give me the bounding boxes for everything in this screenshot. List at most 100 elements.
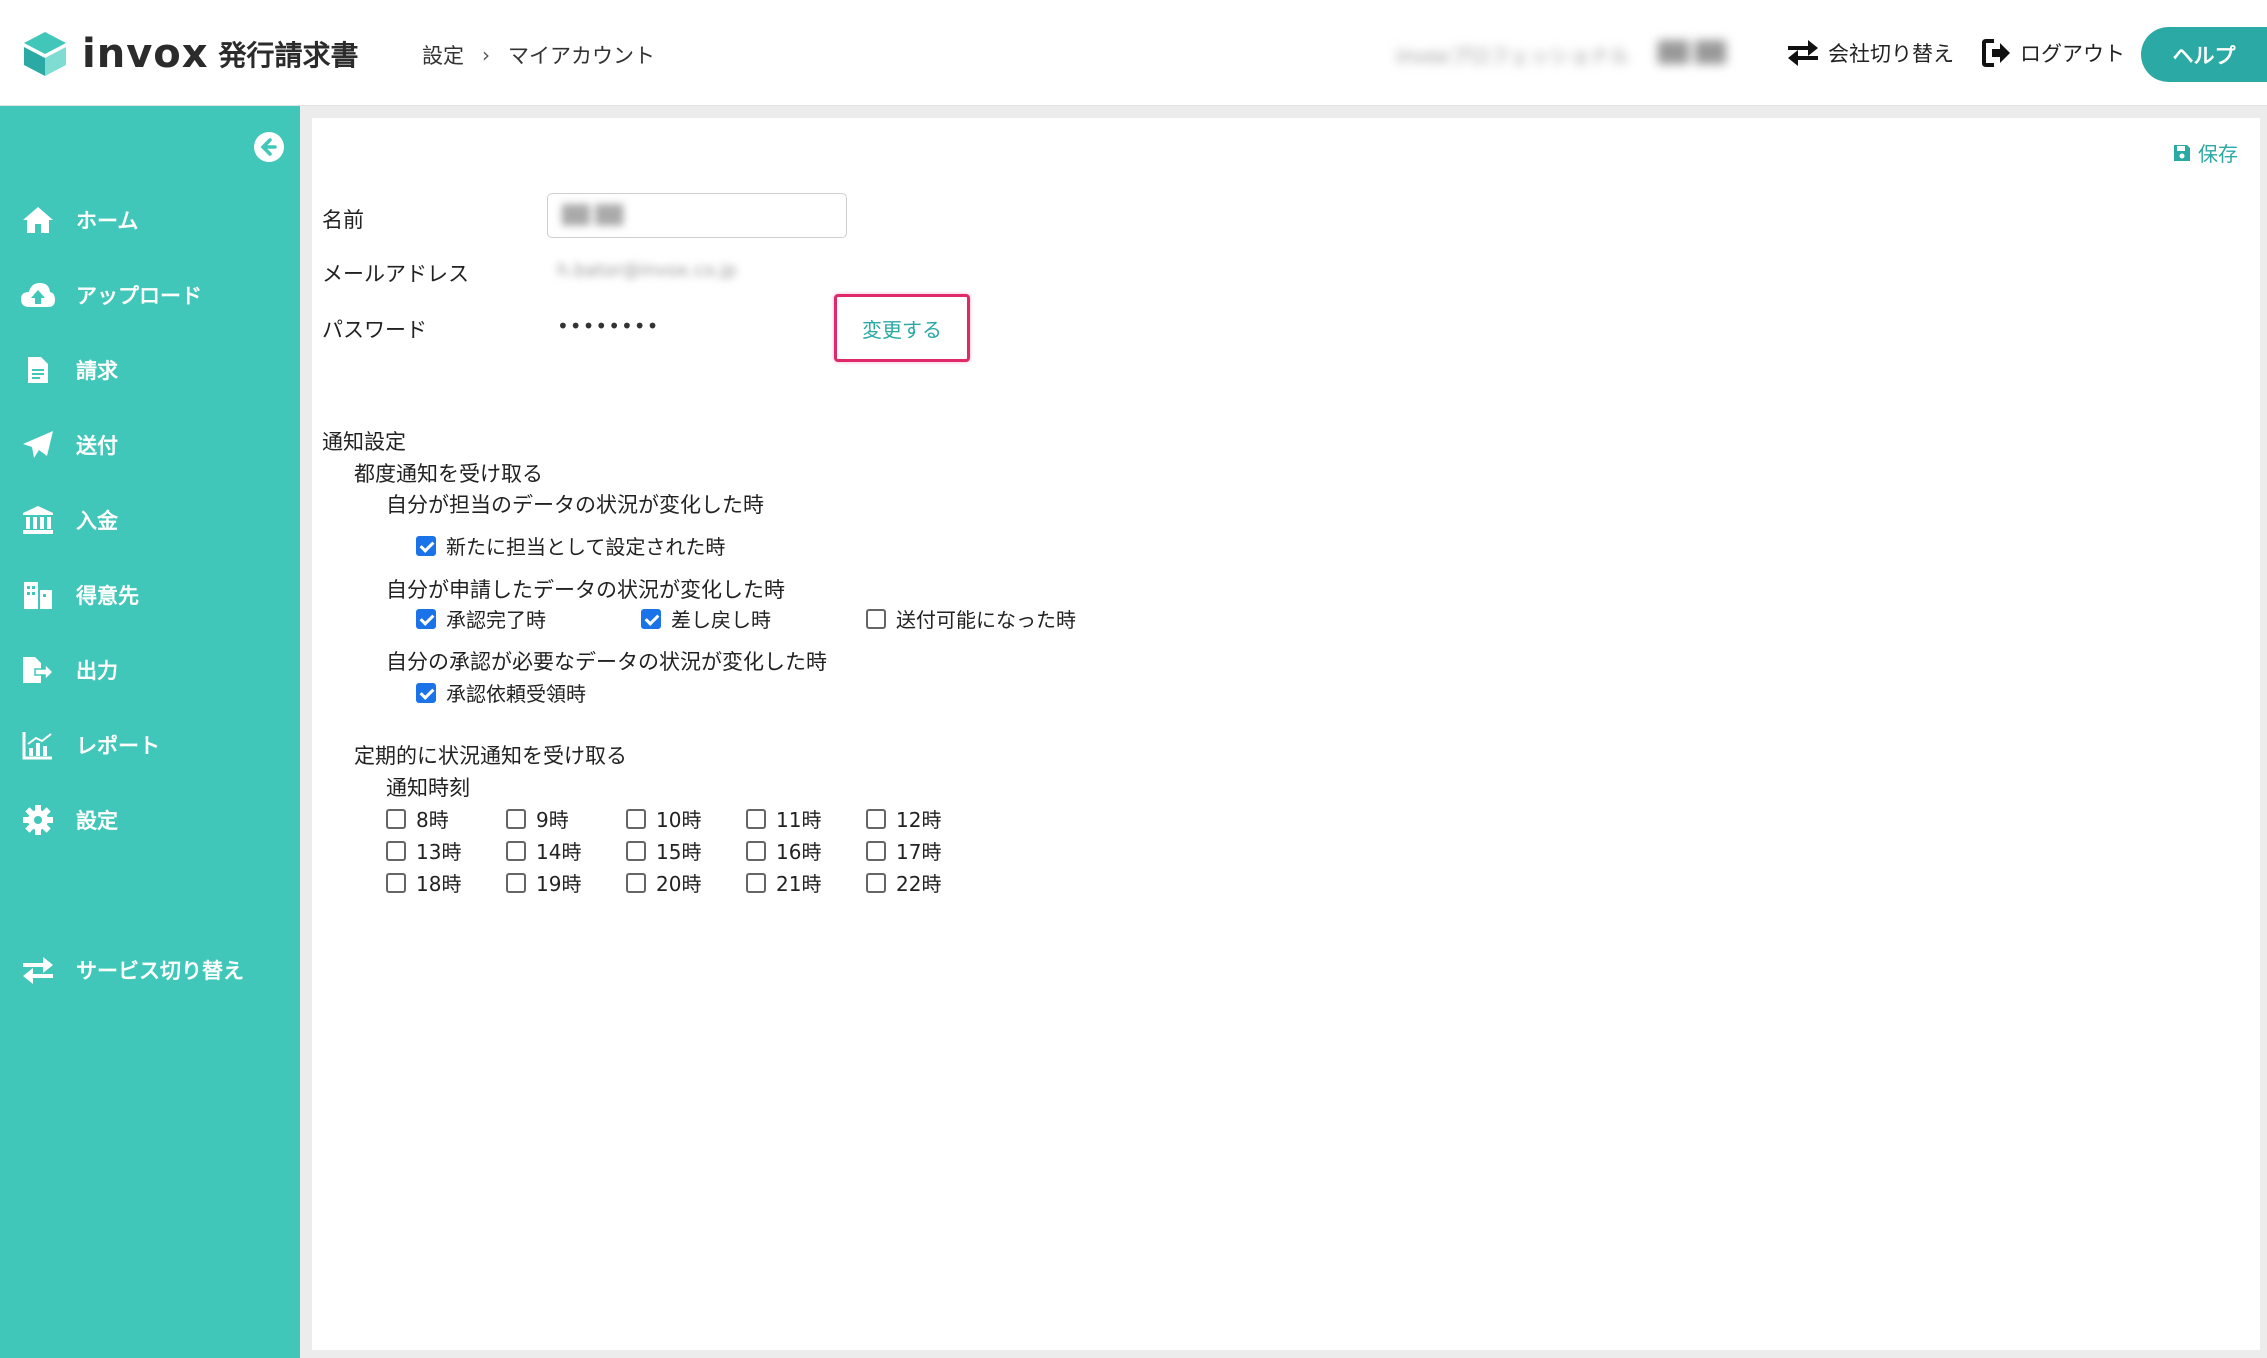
checkbox[interactable]	[416, 608, 436, 629]
hour-label: 8時	[416, 808, 449, 832]
password-label: パスワード	[322, 318, 427, 342]
checkbox-label: 送付可能になった時	[896, 608, 1076, 632]
hour-label: 17時	[896, 840, 942, 864]
checkbox[interactable]	[626, 872, 646, 893]
help-button[interactable]: ヘルプ	[2141, 27, 2267, 82]
app-logo[interactable]: invox 発行請求書	[22, 30, 359, 78]
breadcrumb: 設定 › マイアカウント	[422, 40, 655, 70]
checkbox-newly-assigned[interactable]: 新たに担当として設定された時	[416, 531, 725, 560]
checkbox[interactable]	[506, 840, 526, 861]
logo-icon	[22, 30, 68, 78]
checkbox-approval-request-received[interactable]: 承認依頼受領時	[416, 678, 586, 707]
checkbox-hour-15[interactable]: 15時	[626, 836, 701, 865]
checkbox[interactable]	[506, 872, 526, 893]
change-password-button[interactable]: 変更する	[834, 294, 970, 362]
save-button[interactable]: 保存	[2172, 138, 2238, 167]
checkbox-hour-9[interactable]: 9時	[506, 804, 569, 833]
checkbox-hour-17[interactable]: 17時	[866, 836, 941, 865]
checkbox[interactable]	[866, 840, 886, 861]
checkbox-hour-8[interactable]: 8時	[386, 804, 449, 833]
checkbox-hour-19[interactable]: 19時	[506, 868, 581, 897]
sidebar-item-report[interactable]: レポート	[20, 727, 160, 763]
checkbox[interactable]	[626, 840, 646, 861]
checkbox[interactable]	[506, 808, 526, 829]
notification-settings-title: 通知設定	[322, 430, 406, 454]
hour-label: 16時	[776, 840, 822, 864]
checkbox-ready-to-send[interactable]: 送付可能になった時	[866, 604, 1076, 633]
building-icon	[20, 577, 56, 613]
checkbox-hour-14[interactable]: 14時	[506, 836, 581, 865]
sidebar-item-home[interactable]: ホーム	[20, 202, 138, 238]
logout-icon	[1982, 39, 2010, 67]
checkbox[interactable]	[641, 608, 661, 629]
checkbox[interactable]	[866, 608, 886, 629]
name-label: 名前	[322, 208, 364, 232]
checkbox[interactable]	[626, 808, 646, 829]
gear-icon	[20, 802, 56, 838]
checkbox[interactable]	[866, 872, 886, 893]
user-name: ██ ██	[1658, 40, 1726, 64]
sidebar-item-invoice[interactable]: 請求	[20, 352, 118, 388]
checkbox-approval-complete[interactable]: 承認完了時	[416, 604, 546, 633]
switch-company-button[interactable]: 会社切り替え	[1786, 38, 1954, 68]
checkbox[interactable]	[746, 872, 766, 893]
checkbox[interactable]	[386, 872, 406, 893]
checkbox-hour-20[interactable]: 20時	[626, 868, 701, 897]
checkbox-label: 承認依頼受領時	[446, 682, 586, 706]
service-switch-label: サービス切り替え	[76, 959, 244, 983]
checkbox[interactable]	[746, 840, 766, 861]
password-value: ••••••••	[557, 314, 660, 338]
hour-label: 18時	[416, 872, 462, 896]
checkbox[interactable]	[386, 840, 406, 861]
hour-label: 11時	[776, 808, 822, 832]
logo-subtitle: 発行請求書	[218, 39, 359, 72]
checkbox-hour-13[interactable]: 13時	[386, 836, 461, 865]
checkbox-sent-back[interactable]: 差し戻し時	[641, 604, 771, 633]
switch-arrows-icon	[1788, 40, 1818, 66]
chart-icon	[20, 727, 56, 763]
chevron-right-icon: ›	[482, 43, 490, 67]
my-account-panel: 保存 名前 ██ ██ メールアドレス h.bator@invox.co.jp …	[312, 118, 2260, 1350]
checkbox[interactable]	[416, 535, 436, 556]
sidebar-item-output[interactable]: 出力	[20, 652, 118, 688]
group-assigned-title: 自分が担当のデータの状況が変化した時	[386, 493, 764, 517]
cloud-upload-icon	[20, 277, 56, 313]
checkbox[interactable]	[746, 808, 766, 829]
bank-icon	[20, 502, 56, 538]
logout-button[interactable]: ログアウト	[1982, 38, 2125, 68]
checkbox[interactable]	[386, 808, 406, 829]
sidebar-item-label: ホーム	[76, 209, 139, 233]
checkbox-hour-10[interactable]: 10時	[626, 804, 701, 833]
sidebar-item-label: 出力	[76, 659, 118, 683]
logo-text: invox	[82, 31, 209, 77]
checkbox-hour-18[interactable]: 18時	[386, 868, 461, 897]
sidebar-item-customers[interactable]: 得意先	[20, 577, 139, 613]
breadcrumb-settings[interactable]: 設定	[422, 40, 464, 70]
sidebar-item-label: 設定	[76, 809, 118, 833]
sidebar-item-settings[interactable]: 設定	[20, 802, 118, 838]
email-label: メールアドレス	[322, 262, 469, 286]
document-icon	[20, 352, 56, 388]
sidebar-item-label: 請求	[76, 359, 118, 383]
checkbox[interactable]	[416, 682, 436, 703]
save-label: 保存	[2198, 142, 2238, 166]
service-switch-button[interactable]: サービス切り替え	[20, 952, 244, 988]
checkbox-hour-16[interactable]: 16時	[746, 836, 821, 865]
checkbox-hour-22[interactable]: 22時	[866, 868, 941, 897]
sidebar-item-payment[interactable]: 入金	[20, 502, 118, 538]
hour-label: 20時	[656, 872, 702, 896]
checkbox[interactable]	[866, 808, 886, 829]
checkbox-hour-12[interactable]: 12時	[866, 804, 941, 833]
sidebar-item-label: 得意先	[76, 584, 139, 608]
name-input[interactable]: ██ ██	[547, 193, 847, 238]
notification-time-label: 通知時刻	[386, 776, 470, 800]
floppy-disk-icon	[2174, 144, 2190, 161]
breadcrumb-my-account: マイアカウント	[508, 44, 655, 68]
sidebar-item-upload[interactable]: アップロード	[20, 277, 202, 313]
collapse-sidebar-button[interactable]	[254, 132, 284, 162]
sidebar-item-send[interactable]: 送付	[20, 427, 118, 463]
checkbox-hour-21[interactable]: 21時	[746, 868, 821, 897]
sidebar: ホーム アップロード 請求 送付 入金 得意先 出力 レポート 設定 サービス切…	[0, 106, 300, 1358]
logout-label: ログアウト	[2020, 42, 2125, 66]
checkbox-hour-11[interactable]: 11時	[746, 804, 821, 833]
